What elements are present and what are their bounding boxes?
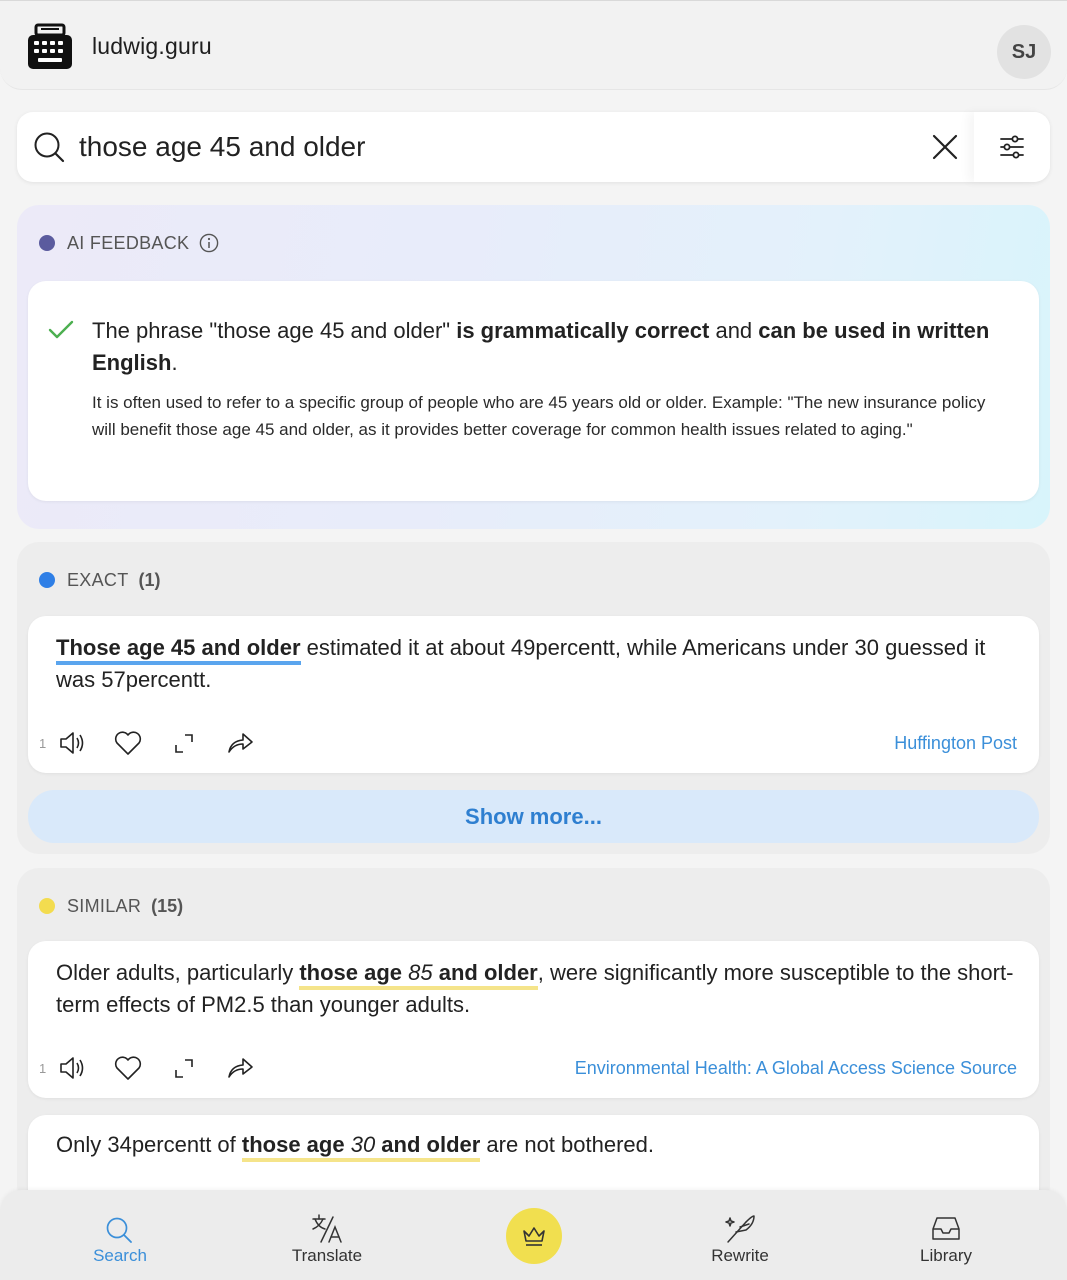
typewriter-logo-icon[interactable] bbox=[26, 23, 74, 71]
nav-label: Search bbox=[93, 1246, 147, 1265]
translate-icon bbox=[312, 1214, 342, 1243]
example-sentence: Only 34percentt of those age 30 and olde… bbox=[56, 1129, 1016, 1162]
example-sentence: Older adults, particularly those age 85 … bbox=[56, 960, 1014, 1017]
crown-icon bbox=[523, 1227, 545, 1246]
nav-label: Rewrite bbox=[711, 1246, 769, 1265]
similar-dot bbox=[39, 898, 55, 914]
exact-section: EXACT (1) Those age 45 and older estimat… bbox=[17, 542, 1050, 854]
info-icon[interactable] bbox=[199, 233, 219, 253]
section-label: EXACT bbox=[67, 569, 129, 590]
close-icon[interactable] bbox=[929, 131, 961, 163]
ai-verdict: The phrase "those age 45 and older" is g… bbox=[92, 318, 990, 375]
nav-label: Library bbox=[920, 1246, 972, 1265]
quill-icon bbox=[725, 1215, 755, 1243]
heart-icon[interactable] bbox=[113, 1053, 143, 1083]
speaker-icon[interactable] bbox=[57, 1053, 87, 1083]
source-link[interactable]: Environmental Health: A Global Access Sc… bbox=[575, 1058, 1017, 1079]
example-sentence: Those age 45 and older estimated it at a… bbox=[56, 635, 986, 692]
ai-feedback-dot bbox=[39, 235, 55, 251]
ai-feedback-card: The phrase "those age 45 and older" is g… bbox=[28, 281, 1039, 501]
result-card: Older adults, particularly those age 85 … bbox=[28, 941, 1039, 1098]
similar-section: SIMILAR (15) Older adults, particularly … bbox=[17, 868, 1050, 1272]
result-card: Those age 45 and older estimated it at a… bbox=[28, 616, 1039, 773]
search-icon bbox=[106, 1217, 132, 1243]
speaker-icon[interactable] bbox=[57, 728, 87, 758]
check-icon bbox=[48, 320, 74, 339]
result-index: 1 bbox=[39, 735, 47, 751]
result-actions: 1 bbox=[39, 1053, 281, 1083]
nav-label: Translate bbox=[291, 1246, 363, 1265]
nav-library[interactable]: Library bbox=[886, 1190, 1006, 1280]
share-icon[interactable] bbox=[225, 1053, 255, 1083]
premium-button[interactable] bbox=[506, 1208, 562, 1264]
source-link[interactable]: Huffington Post bbox=[894, 733, 1017, 754]
section-label: SIMILAR bbox=[67, 895, 142, 916]
ai-feedback-section: AI FEEDBACK The phrase "those age 45 and… bbox=[17, 205, 1050, 529]
expand-icon[interactable] bbox=[169, 728, 199, 758]
exact-dot bbox=[39, 572, 55, 588]
show-more-button[interactable]: Show more... bbox=[28, 790, 1039, 843]
search-input[interactable] bbox=[79, 126, 919, 168]
section-label: AI FEEDBACK bbox=[67, 232, 190, 253]
nav-translate[interactable]: Translate bbox=[267, 1190, 387, 1280]
brand-name: ludwig.guru bbox=[92, 33, 212, 59]
nav-search[interactable]: Search bbox=[60, 1190, 180, 1280]
result-index: 1 bbox=[39, 1060, 47, 1076]
share-icon[interactable] bbox=[225, 728, 255, 758]
sliders-icon bbox=[1000, 135, 1024, 159]
ai-explanation: It is often used to refer to a specific … bbox=[92, 393, 986, 439]
filter-button[interactable] bbox=[974, 112, 1050, 182]
result-count: (1) bbox=[138, 569, 161, 590]
heart-icon[interactable] bbox=[113, 728, 143, 758]
search-icon bbox=[34, 132, 65, 163]
avatar[interactable]: SJ bbox=[997, 25, 1051, 79]
app-header: ludwig.guru SJ bbox=[0, 0, 1067, 90]
expand-icon[interactable] bbox=[169, 1053, 199, 1083]
nav-rewrite[interactable]: Rewrite bbox=[680, 1190, 800, 1280]
bottom-nav: Search Translate Rewrite Library bbox=[0, 1190, 1067, 1280]
search-bar bbox=[17, 112, 1050, 182]
inbox-icon bbox=[932, 1217, 960, 1240]
result-actions: 1 bbox=[39, 728, 281, 758]
result-count: (15) bbox=[151, 895, 184, 916]
